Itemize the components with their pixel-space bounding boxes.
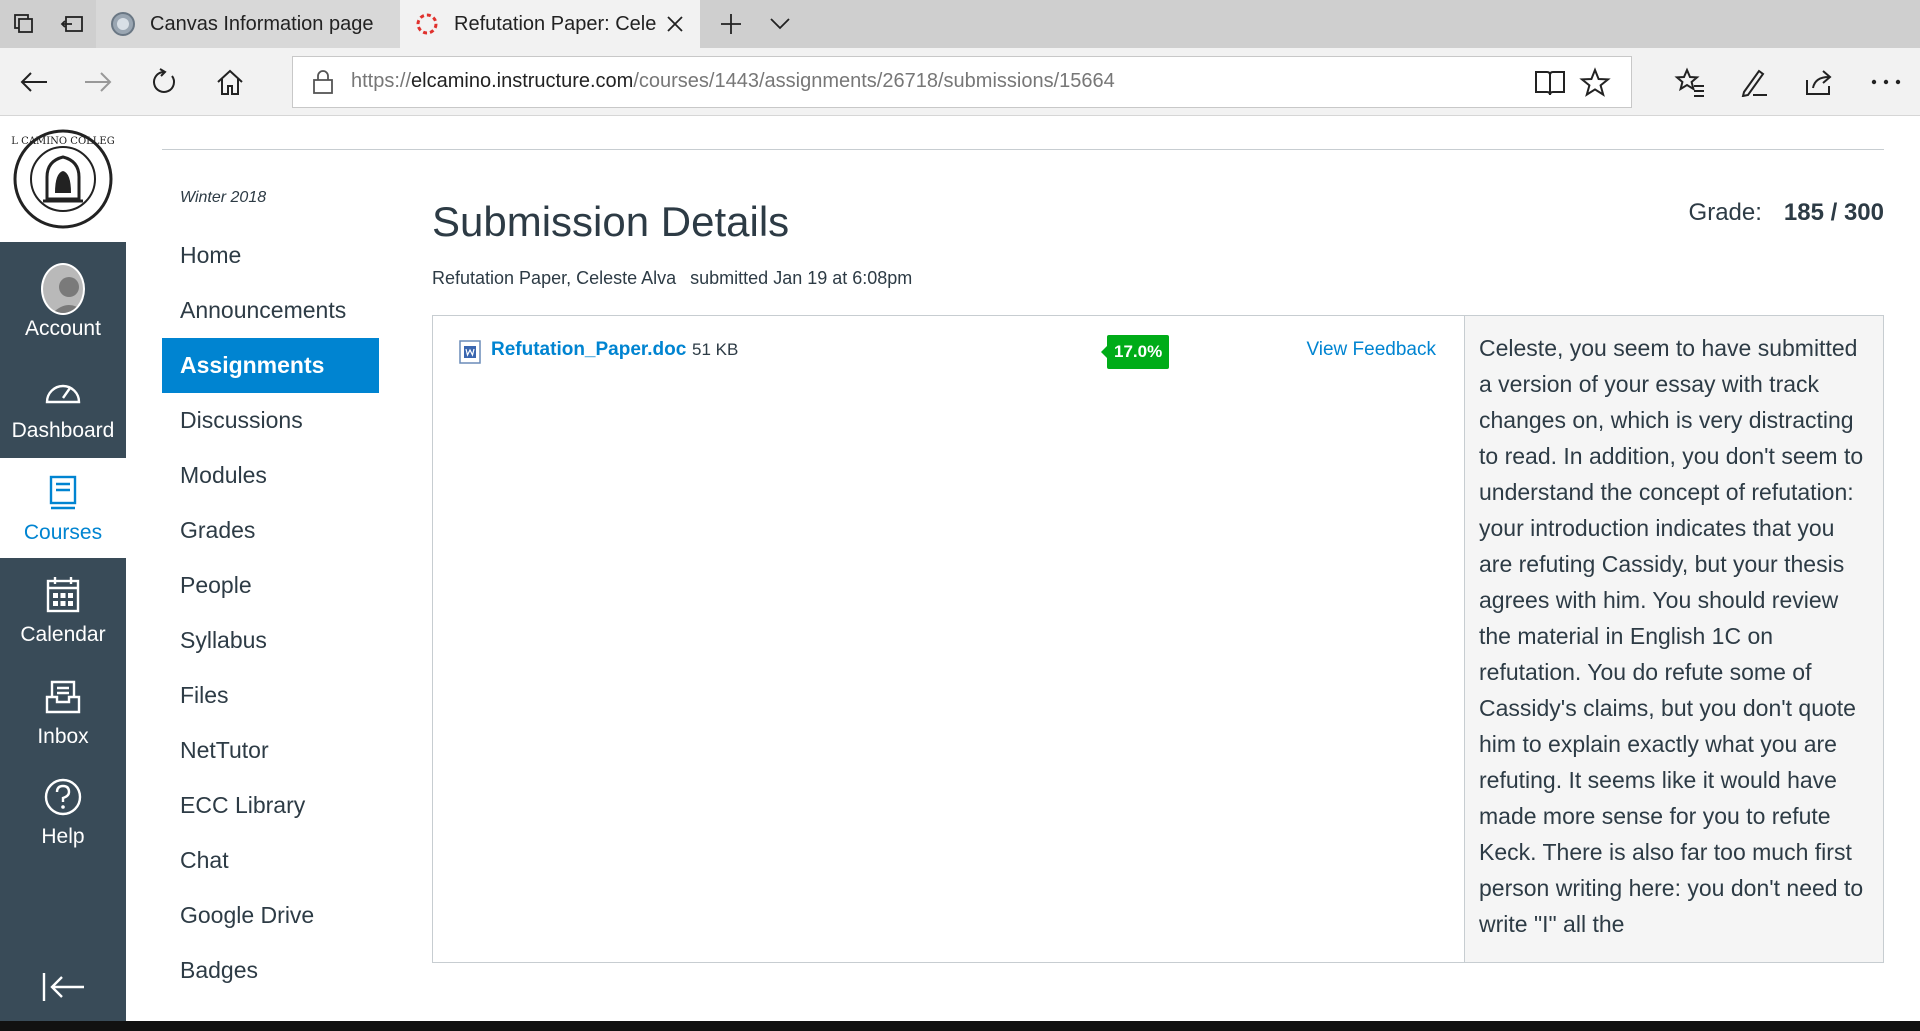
global-navigation: EL CAMINO COLLEGE Account Dashboard Cour… [0, 116, 126, 1021]
course-navigation: Home Announcements Assignments Discussio… [162, 228, 379, 998]
course-nav-assignments[interactable]: Assignments [162, 338, 379, 393]
back-arrow-icon[interactable] [10, 58, 58, 106]
course-nav-syllabus[interactable]: Syllabus [162, 613, 379, 668]
global-nav-calendar[interactable]: Calendar [0, 560, 126, 660]
global-nav-help[interactable]: Help [0, 762, 126, 862]
course-term: Winter 2018 [180, 189, 267, 206]
submission-box: Refutation_Paper.doc 51 KB 17.0% View Fe… [432, 315, 1884, 963]
similarity-score-badge[interactable]: 17.0% [1100, 335, 1170, 369]
submitted-date: submitted Jan 19 at 6:08pm [690, 268, 913, 288]
global-nav-label: Account [25, 317, 101, 340]
web-note-pen-icon[interactable] [1730, 58, 1778, 106]
more-options-icon[interactable] [1862, 58, 1910, 106]
course-nav-nettutor[interactable]: NetTutor [162, 723, 379, 778]
favorite-star-icon[interactable] [1579, 67, 1611, 99]
tab-refutation-paper[interactable]: Refutation Paper: Celes [400, 0, 700, 48]
collapse-nav-icon[interactable] [38, 967, 88, 1007]
home-icon[interactable] [206, 58, 254, 106]
view-feedback-link[interactable]: View Feedback [1306, 339, 1436, 361]
browser-tab-bar: Canvas Information page Refutation Paper… [0, 0, 1920, 48]
favorites-hub-icon[interactable] [1666, 58, 1714, 106]
submission-file-panel: Refutation_Paper.doc 51 KB 17.0% View Fe… [433, 316, 1464, 962]
course-nav-grades[interactable]: Grades [162, 503, 379, 558]
submission-meta: Refutation Paper, Celeste Alva submitted … [432, 268, 912, 289]
refresh-icon[interactable] [140, 58, 188, 106]
new-tab-icon[interactable] [706, 0, 756, 48]
course-nav-files[interactable]: Files [162, 668, 379, 723]
help-icon [41, 775, 85, 819]
courses-icon [41, 471, 85, 515]
dashboard-icon [41, 369, 85, 413]
file-link[interactable]: Refutation_Paper.doc [491, 339, 686, 361]
avatar [41, 263, 85, 315]
share-icon[interactable] [1795, 58, 1843, 106]
comment-panel: Celeste, you seem to have submitted a ve… [1464, 316, 1883, 962]
calendar-icon [41, 573, 85, 617]
global-nav-label: Courses [23, 521, 103, 544]
grade-label: Grade: [1688, 199, 1762, 226]
global-nav-account[interactable]: Account [0, 254, 126, 354]
global-nav-label: Help [41, 825, 85, 848]
course-nav-announcements[interactable]: Announcements [162, 283, 379, 338]
course-nav-home[interactable]: Home [162, 228, 379, 283]
course-nav-google-drive[interactable]: Google Drive [162, 888, 379, 943]
assignment-student: Refutation Paper, Celeste Alva [432, 268, 677, 288]
taskbar-edge [0, 1021, 1920, 1031]
course-nav-badges[interactable]: Badges [162, 943, 379, 998]
grade-value: 185 / 300 [1783, 199, 1884, 226]
page-title: Submission Details [432, 198, 790, 245]
global-nav-label: Inbox [37, 725, 89, 748]
college-logo[interactable]: EL CAMINO COLLEGE [0, 116, 126, 242]
inbox-icon [41, 675, 85, 719]
header-divider [162, 149, 1884, 150]
set-tabs-aside-icon[interactable] [48, 0, 96, 48]
canvas-favicon-icon [416, 13, 438, 35]
tab-label: Canvas Information page [150, 12, 374, 35]
course-nav-discussions[interactable]: Discussions [162, 393, 379, 448]
chevron-down-icon[interactable] [756, 0, 804, 48]
course-nav-people[interactable]: People [162, 558, 379, 613]
course-nav-ecc-library[interactable]: ECC Library [162, 778, 379, 833]
tab-manager-icon[interactable] [0, 0, 48, 48]
reading-view-icon[interactable] [1533, 67, 1567, 99]
svg-text:EL CAMINO COLLEGE: EL CAMINO COLLEGE [11, 136, 115, 147]
forward-arrow-icon[interactable] [74, 58, 122, 106]
global-nav-dashboard[interactable]: Dashboard [0, 356, 126, 456]
course-nav-modules[interactable]: Modules [162, 448, 379, 503]
file-size: 51 KB [692, 340, 739, 359]
url-text: https://elcamino.instructure.com/courses… [351, 70, 1115, 92]
word-document-icon [459, 340, 481, 364]
el-camino-seal-icon: EL CAMINO COLLEGE [11, 129, 115, 229]
address-bar[interactable]: https://elcamino.instructure.com/courses… [292, 56, 1632, 108]
close-tab-icon[interactable] [664, 13, 686, 35]
college-favicon-icon [111, 12, 135, 36]
global-nav-label: Calendar [20, 623, 106, 646]
lock-icon [313, 70, 333, 94]
tab-canvas-information[interactable]: Canvas Information page [96, 0, 400, 48]
global-nav-inbox[interactable]: Inbox [0, 662, 126, 762]
browser-address-bar-row: https://elcamino.instructure.com/courses… [0, 48, 1920, 116]
grade-display: Grade: 185 / 300 [1689, 199, 1884, 227]
course-nav-chat[interactable]: Chat [162, 833, 379, 888]
global-nav-label: Dashboard [11, 419, 115, 442]
tab-label: Refutation Paper: Celes [454, 12, 656, 35]
global-nav-courses[interactable]: Courses [0, 458, 126, 558]
instructor-comment: Celeste, you seem to have submitted a ve… [1479, 335, 1864, 937]
